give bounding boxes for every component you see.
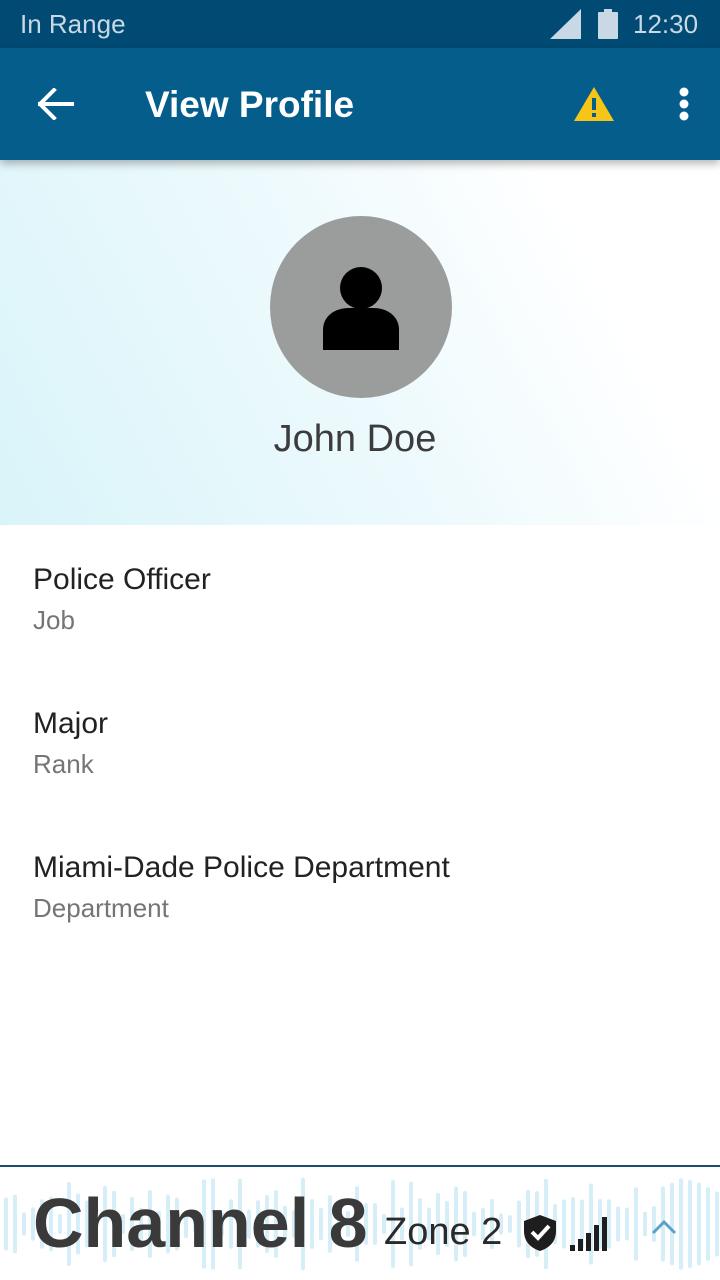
rank-value: Major [33, 707, 109, 740]
zone-label: Zone 2 [384, 1211, 503, 1253]
warning-button[interactable] [566, 78, 622, 130]
person-icon [323, 267, 399, 350]
profile-name: John Doe [273, 418, 437, 460]
battery-icon [598, 9, 618, 39]
expand-button[interactable] [644, 1207, 684, 1247]
chevron-up-icon [651, 1219, 677, 1235]
signal-icon [550, 9, 581, 39]
more-vert-icon [679, 87, 689, 121]
field-department: Miami-Dade Police Department Department [33, 850, 450, 924]
signal-bars-icon [570, 1217, 607, 1251]
profile-header: John Doe [0, 160, 720, 525]
back-button[interactable] [24, 72, 88, 136]
more-options-button[interactable] [660, 76, 708, 132]
channel-bar[interactable]: Channel 8 Zone 2 [0, 1165, 720, 1280]
clock: 12:30 [633, 9, 699, 39]
field-rank: Major Rank [33, 706, 108, 780]
avatar [270, 216, 452, 398]
page-title: View Profile [145, 84, 355, 125]
field-job: Police Officer Job [33, 562, 211, 636]
connection-status: In Range [20, 9, 126, 39]
department-label: Department [33, 893, 169, 923]
rank-label: Rank [33, 749, 94, 779]
department-value: Miami-Dade Police Department [33, 851, 450, 884]
warning-icon [574, 87, 614, 121]
status-bar: In Range 12:30 [0, 0, 720, 48]
job-value: Police Officer [33, 563, 211, 596]
shield-check-icon [524, 1215, 556, 1251]
back-arrow-icon [38, 88, 74, 120]
channel-label: Channel 8 [33, 1184, 368, 1262]
job-label: Job [33, 605, 75, 635]
app-bar: View Profile [0, 48, 720, 160]
